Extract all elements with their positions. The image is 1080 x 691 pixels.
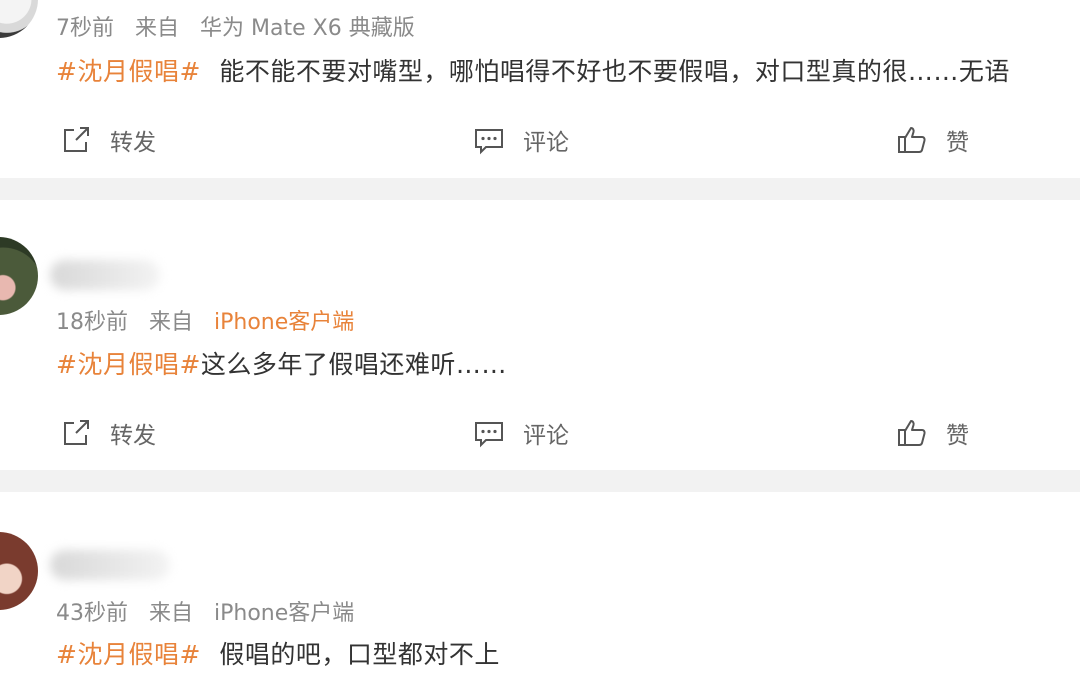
post-from-label: 来自 [149, 310, 194, 335]
comment-icon [475, 422, 503, 448]
comment-label: 评论 [523, 423, 569, 449]
forward-label: 转发 [110, 423, 156, 449]
avatar[interactable] [0, 0, 38, 38]
like-label: 赞 [946, 130, 969, 156]
forward-label: 转发 [110, 130, 156, 156]
blurred-username[interactable] [50, 550, 170, 580]
like-button[interactable]: 赞 [896, 120, 969, 160]
post-meta: 43秒前 来自 iPhone客户端 [56, 595, 368, 627]
like-label: 赞 [946, 423, 969, 449]
post-time: 7秒前 [56, 16, 114, 41]
post-source[interactable]: iPhone客户端 [214, 310, 354, 335]
comment-button[interactable]: 评论 [473, 120, 569, 160]
post-body: 能不能不要对嘴型，哪怕唱得不好也不要假唱，对口型真的很……无语 [219, 57, 1010, 86]
post-actions: 转发 评论 赞 [0, 120, 1080, 160]
post-source[interactable]: 华为 Mate X6 典藏版 [200, 16, 415, 41]
post-text: #沈月假唱# 假唱的吧，口型都对不上 [56, 635, 500, 671]
thumbs-up-icon [898, 127, 926, 153]
hashtag-link[interactable]: #沈月假唱# [56, 57, 201, 86]
post-time: 43秒前 [56, 601, 128, 626]
share-icon [64, 127, 89, 152]
avatar[interactable] [0, 532, 38, 610]
post-card: 18秒前 来自 iPhone客户端 #沈月假唱#这么多年了假唱还难听…… 转发 … [0, 200, 1080, 470]
like-button[interactable]: 赞 [896, 413, 969, 453]
post-card: 7秒前 来自 华为 Mate X6 典藏版 #沈月假唱# 能不能不要对嘴型，哪怕… [0, 0, 1080, 178]
post-text: #沈月假唱# 能不能不要对嘴型，哪怕唱得不好也不要假唱，对口型真的很……无语 [56, 52, 1010, 88]
post-card: 43秒前 来自 iPhone客户端 #沈月假唱# 假唱的吧，口型都对不上 [0, 492, 1080, 691]
divider [0, 178, 1080, 200]
hashtag-link[interactable]: #沈月假唱# [56, 640, 201, 669]
comment-icon [475, 129, 503, 155]
comment-label: 评论 [523, 130, 569, 156]
forward-button[interactable]: 转发 [60, 120, 156, 160]
hashtag-link[interactable]: #沈月假唱# [56, 350, 201, 379]
thumbs-up-icon [898, 420, 926, 446]
blurred-username[interactable] [50, 260, 160, 290]
avatar[interactable] [0, 237, 38, 315]
post-text: #沈月假唱#这么多年了假唱还难听…… [56, 345, 507, 381]
post-meta: 7秒前 来自 华为 Mate X6 典藏版 [56, 10, 429, 42]
post-meta: 18秒前 来自 iPhone客户端 [56, 304, 368, 336]
forward-button[interactable]: 转发 [60, 413, 156, 453]
post-body: 假唱的吧，口型都对不上 [219, 640, 500, 669]
post-source[interactable]: iPhone客户端 [214, 601, 354, 626]
post-time: 18秒前 [56, 310, 128, 335]
share-icon [64, 420, 89, 445]
post-from-label: 来自 [135, 16, 180, 41]
post-body: 这么多年了假唱还难听…… [200, 350, 507, 379]
post-actions: 转发 评论 赞 [0, 413, 1080, 453]
divider [0, 470, 1080, 492]
comment-button[interactable]: 评论 [473, 413, 569, 453]
post-from-label: 来自 [149, 601, 194, 626]
